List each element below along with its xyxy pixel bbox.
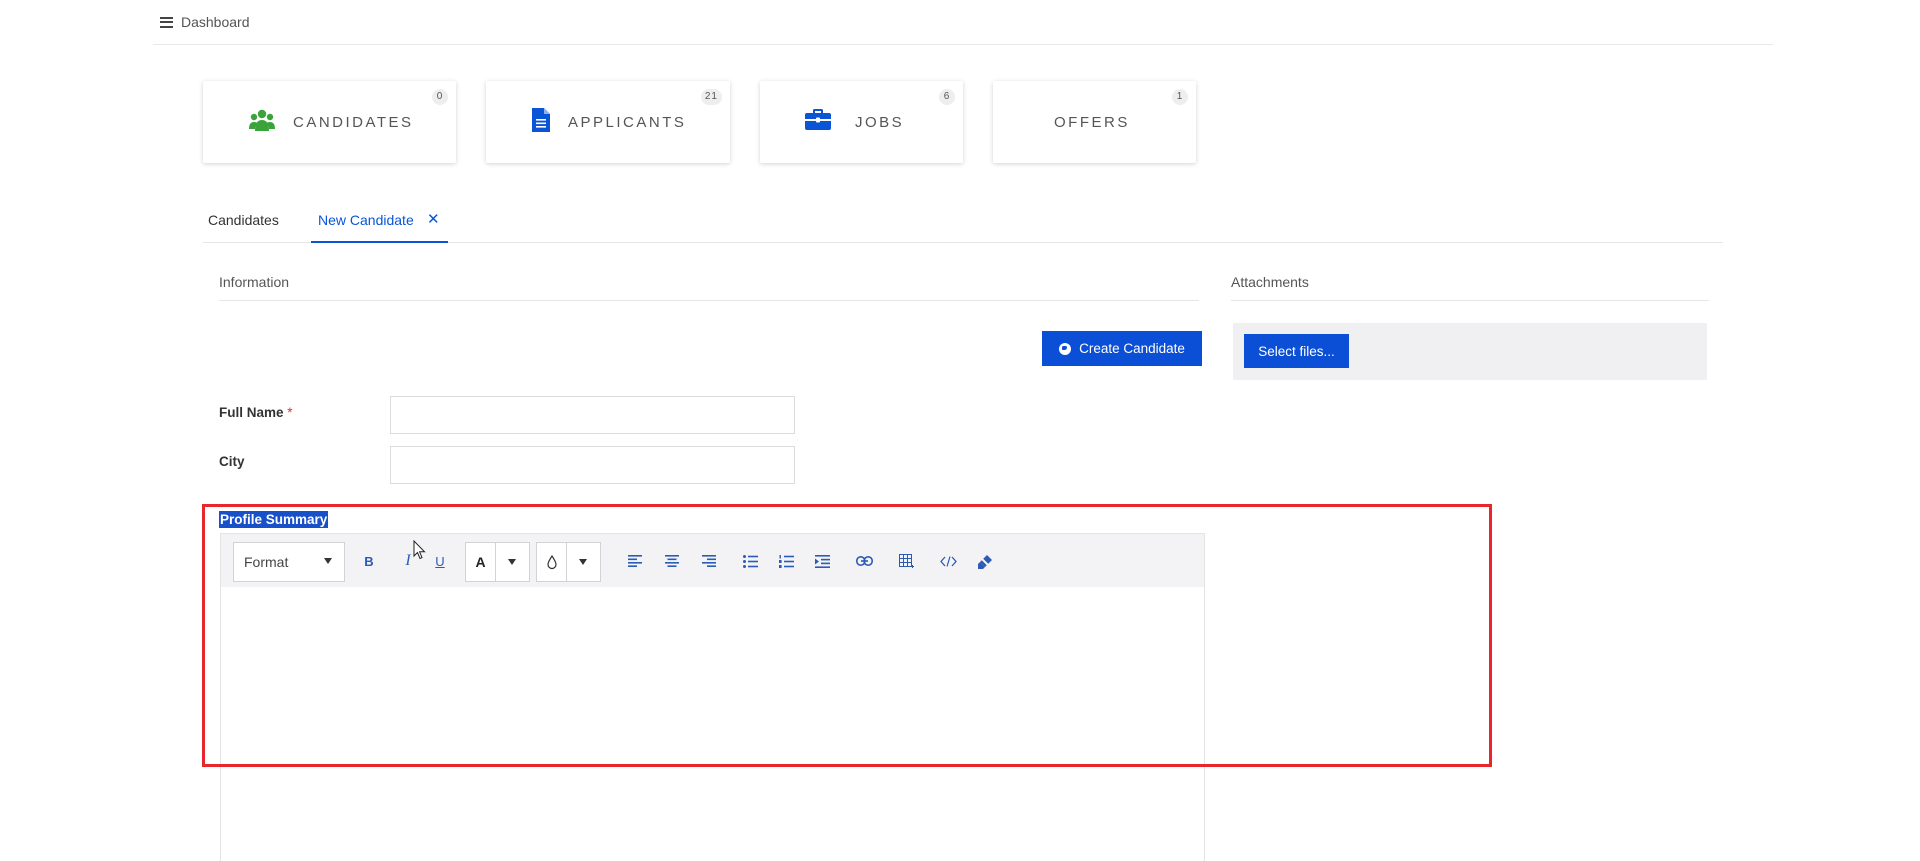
align-center-icon[interactable] [661, 550, 683, 572]
format-dropdown-label: Format [244, 554, 289, 570]
create-candidate-button[interactable]: Create Candidate [1042, 331, 1202, 366]
count-badge: 0 [432, 89, 448, 105]
font-color-picker[interactable]: A [465, 542, 530, 582]
label-text: Full Name [219, 405, 284, 420]
bold-icon[interactable]: B [358, 550, 380, 572]
tab-new-candidate[interactable]: New Candidate ✕ [311, 200, 448, 243]
rich-text-editor[interactable]: Format B I U A [220, 533, 1205, 861]
hamburger-menu-icon[interactable] [160, 16, 173, 28]
button-label: Create Candidate [1079, 341, 1185, 356]
tab-label: New Candidate [318, 212, 414, 228]
tile-label: OFFERS [1054, 113, 1130, 131]
count-badge: 6 [939, 89, 955, 105]
section-information-header: Information [219, 270, 1199, 301]
align-right-icon[interactable] [698, 550, 720, 572]
tile-applicants[interactable]: APPLICANTS 21 [486, 81, 730, 163]
font-color-icon: A [466, 543, 496, 581]
underline-icon[interactable]: U [429, 550, 451, 572]
city-label: City [219, 454, 245, 469]
document-icon [532, 107, 550, 137]
users-icon [249, 109, 275, 136]
page-title: Dashboard [181, 14, 250, 30]
select-files-button[interactable]: Select files... [1244, 334, 1349, 368]
full-name-label: Full Name * [219, 405, 293, 420]
bulleted-list-icon[interactable] [739, 550, 761, 572]
tab-candidates[interactable]: Candidates [208, 200, 279, 243]
required-mark: * [287, 405, 293, 420]
section-title: Information [219, 274, 290, 290]
view-html-icon[interactable] [937, 550, 959, 572]
tile-offers[interactable]: OFFERS 1 [993, 81, 1196, 163]
link-icon[interactable] [853, 550, 875, 572]
tile-label: JOBS [855, 113, 905, 131]
profile-summary-label: Profile Summary [219, 511, 329, 528]
font-color-letter: A [475, 554, 486, 570]
top-bar: Dashboard [153, 0, 1773, 45]
background-color-icon [537, 543, 567, 581]
globe-icon [1059, 342, 1072, 355]
clear-formatting-icon[interactable] [974, 550, 996, 572]
button-label: Select files... [1258, 343, 1335, 359]
section-title: Attachments [1231, 274, 1309, 290]
section-attachments-header: Attachments [1231, 270, 1709, 301]
tile-label: APPLICANTS [568, 113, 687, 131]
count-badge: 21 [700, 89, 722, 105]
city-input[interactable] [390, 446, 795, 484]
label-text: City [219, 454, 245, 469]
align-left-icon[interactable] [624, 550, 646, 572]
format-dropdown[interactable]: Format [233, 542, 345, 582]
count-badge: 1 [1172, 89, 1188, 105]
full-name-input[interactable] [390, 396, 795, 434]
tile-candidates[interactable]: CANDIDATES 0 [203, 81, 456, 163]
chevron-down-icon [324, 558, 332, 564]
tab-bar: Candidates New Candidate ✕ [203, 200, 1723, 243]
background-color-picker[interactable] [536, 542, 601, 582]
chevron-down-icon [508, 559, 516, 565]
tile-label: CANDIDATES [293, 113, 414, 131]
close-icon[interactable]: ✕ [427, 200, 440, 240]
tile-jobs[interactable]: JOBS 6 [760, 81, 963, 163]
numbered-list-icon[interactable] [775, 550, 797, 572]
mouse-pointer-icon [413, 539, 427, 565]
tab-label: Candidates [208, 212, 279, 228]
indent-icon[interactable] [811, 550, 833, 572]
chevron-down-icon [579, 559, 587, 565]
table-icon[interactable] [895, 550, 917, 572]
briefcase-icon [805, 109, 831, 135]
editor-toolbar: Format B I U A [221, 534, 1204, 587]
